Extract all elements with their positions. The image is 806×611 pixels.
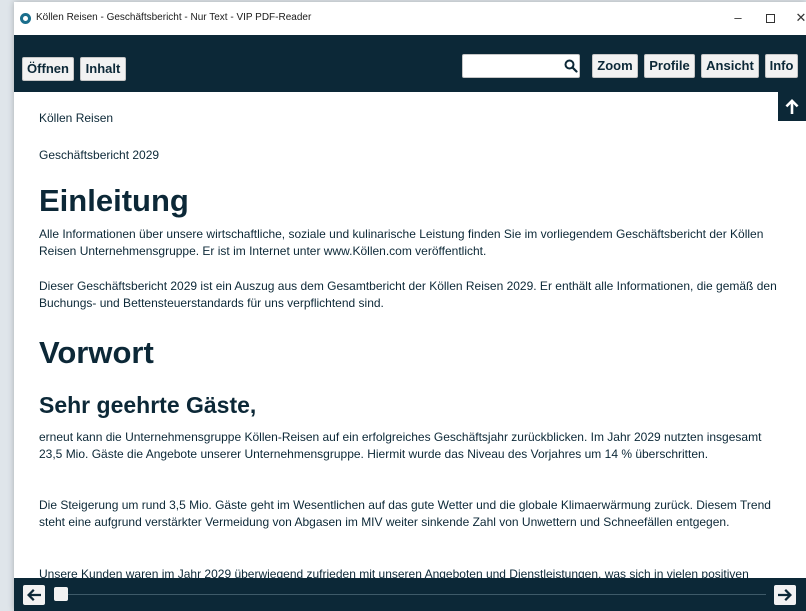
paragraph: erneut kann die Unternehmensgruppe Kölle… — [39, 430, 762, 461]
contents-button[interactable]: Inhalt — [80, 57, 126, 81]
app-logo-icon — [20, 13, 31, 24]
window-title: Köllen Reisen - Geschäftsbericht - Nur T… — [36, 12, 312, 23]
search-icon[interactable] — [564, 59, 578, 73]
info-button[interactable]: Info — [765, 54, 798, 78]
paragraph: Unsere Kunden waren im Jahr 2029 überwie… — [39, 567, 749, 578]
heading-introduction: Einleitung — [39, 183, 189, 218]
page-navigation-bar — [14, 578, 806, 611]
profiles-button[interactable]: Profile — [644, 54, 695, 78]
progress-slider-handle[interactable] — [54, 587, 68, 601]
app-window: Köllen Reisen - Geschäftsbericht - Nur T… — [14, 2, 806, 611]
arrow-right-icon — [778, 589, 792, 601]
maximize-icon — [765, 14, 775, 24]
report-title: Geschäftsbericht 2029 — [39, 148, 160, 162]
progress-track[interactable] — [66, 594, 766, 595]
heading-greeting: Sehr geehrte Gäste, — [39, 392, 257, 418]
toolbar: Öffnen Inhalt Zoom Profile Ansicht Info — [14, 35, 806, 92]
title-bar: Köllen Reisen - Geschäftsbericht - Nur T… — [14, 2, 806, 35]
paragraph: Dieser Geschäftsbericht 2029 ist ein Aus… — [39, 279, 777, 310]
paragraph: Die Steigerung um rund 3,5 Mio. Gäste ge… — [39, 498, 771, 529]
paragraph: Alle Informationen über unsere wirtschaf… — [39, 227, 764, 258]
zoom-button[interactable]: Zoom — [592, 54, 638, 78]
company-name: Köllen Reisen — [39, 111, 114, 125]
scroll-to-top-button[interactable] — [778, 92, 806, 121]
document-content: Köllen Reisen Geschäftsbericht 2029 Einl… — [14, 92, 806, 578]
arrow-left-icon — [27, 589, 41, 601]
minimize-button[interactable]: – — [727, 8, 749, 28]
view-button[interactable]: Ansicht — [701, 54, 759, 78]
search-input[interactable] — [467, 58, 557, 74]
open-button[interactable]: Öffnen — [22, 57, 74, 81]
close-button[interactable]: ✕ — [790, 8, 806, 28]
next-page-button[interactable] — [774, 585, 796, 605]
search-box — [462, 54, 580, 78]
maximize-button[interactable] — [759, 8, 781, 28]
heading-foreword: Vorwort — [39, 335, 154, 370]
arrow-up-icon — [785, 99, 799, 114]
previous-page-button[interactable] — [23, 585, 45, 605]
